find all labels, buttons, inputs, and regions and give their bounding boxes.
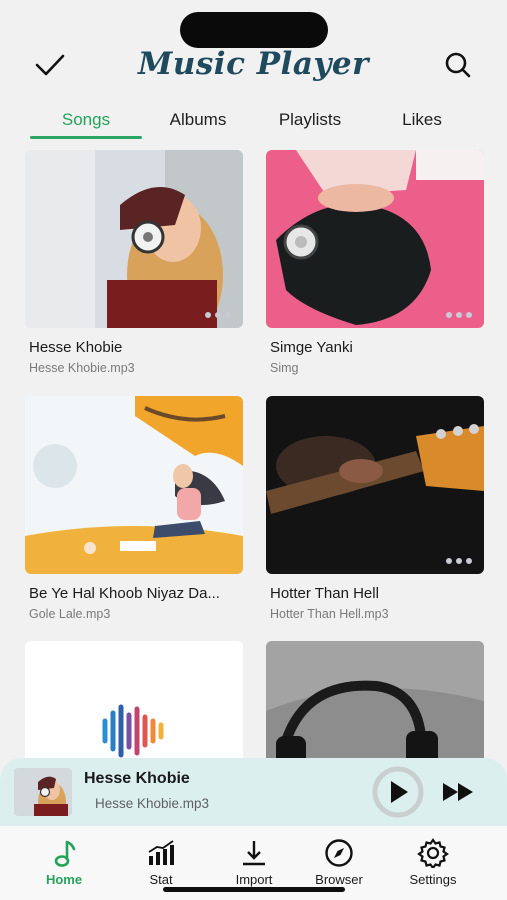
song-filename: Hotter Than Hell.mp3 (270, 607, 389, 621)
nav-browser[interactable]: Browser (296, 838, 382, 887)
home-indicator (163, 887, 345, 892)
nav-home[interactable]: Home (21, 838, 107, 887)
song-title: Simge Yanki (270, 339, 353, 356)
album-art (25, 150, 243, 328)
tab-albums[interactable]: Albums (142, 110, 254, 130)
nav-label: Settings (409, 872, 457, 887)
now-playing-art (14, 768, 72, 816)
music-note-icon (54, 840, 76, 867)
song-card[interactable] (266, 641, 484, 819)
song-title: Hesse Khobie (29, 339, 123, 356)
gear-icon (417, 838, 449, 868)
album-art (266, 150, 484, 328)
now-playing-bar[interactable]: Hesse Khobie Hesse Khobie.mp3 (0, 758, 507, 826)
song-card[interactable]: Be Ye Hal Khoob Niyaz Da... Gole Lale.mp… (25, 396, 243, 626)
tab-playlists[interactable]: Playlists (254, 110, 366, 130)
compass-icon (325, 839, 353, 867)
now-playing-title: Hesse Khobie (84, 770, 190, 787)
nav-label: Stat (149, 872, 173, 887)
play-button[interactable] (368, 766, 428, 818)
song-filename: Hesse Khobie.mp3 (29, 361, 135, 375)
nav-stat[interactable]: Stat (118, 838, 204, 887)
song-title: Hotter Than Hell (270, 585, 379, 602)
song-filename: Gole Lale.mp3 (29, 607, 111, 621)
song-card[interactable] (25, 641, 243, 819)
album-art (266, 396, 484, 574)
more-options-icon[interactable] (446, 558, 472, 564)
fast-forward-button[interactable] (440, 778, 478, 806)
more-options-icon[interactable] (205, 312, 231, 318)
nav-import[interactable]: Import (211, 838, 297, 887)
nav-label: Browser (315, 872, 363, 887)
app-title: Music Player (138, 46, 369, 82)
tab-likes[interactable]: Likes (366, 110, 478, 130)
active-tab-indicator (30, 136, 142, 139)
more-options-icon[interactable] (446, 312, 472, 318)
nav-label: Import (235, 872, 273, 887)
album-art (25, 396, 243, 574)
download-icon (243, 841, 265, 866)
song-filename: Simg (270, 361, 299, 375)
now-playing-filename: Hesse Khobie.mp3 (95, 796, 210, 811)
bar-chart-icon (148, 840, 174, 865)
nav-settings[interactable]: Settings (390, 838, 476, 887)
search-icon[interactable] (440, 50, 476, 80)
tab-bar: Songs Albums Playlists Likes (0, 100, 507, 142)
song-card[interactable]: Simge Yanki Simg (266, 150, 484, 382)
song-card[interactable]: Hesse Khobie Hesse Khobie.mp3 (25, 150, 243, 382)
top-bar: Music Player (0, 40, 507, 90)
nav-label: Home (45, 872, 83, 887)
tab-songs[interactable]: Songs (30, 110, 142, 130)
song-title: Be Ye Hal Khoob Niyaz Da... (29, 585, 220, 602)
song-card[interactable]: Hotter Than Hell Hotter Than Hell.mp3 (266, 396, 484, 626)
